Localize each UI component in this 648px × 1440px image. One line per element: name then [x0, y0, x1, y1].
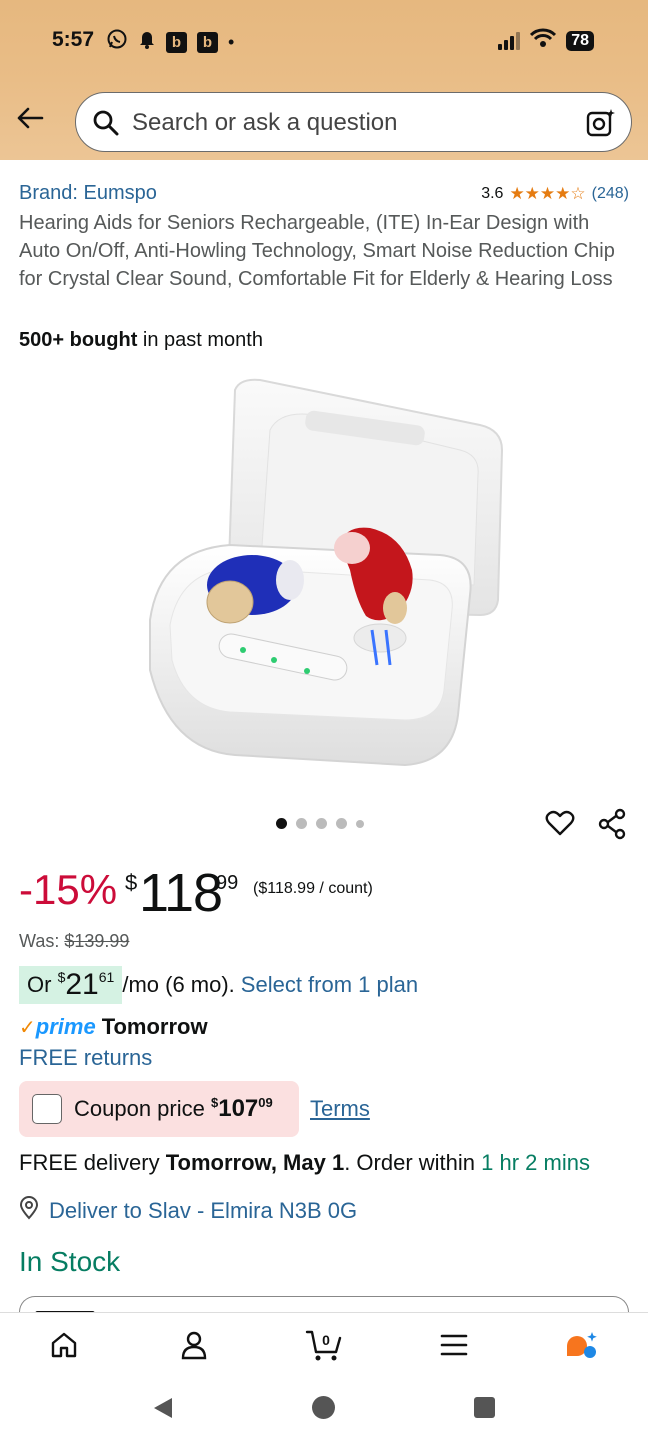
- free-returns-link[interactable]: FREE returns: [19, 1045, 152, 1071]
- coupon-box[interactable]: Coupon price $10709: [19, 1081, 299, 1137]
- product-image[interactable]: [140, 370, 510, 780]
- rating-value: 3.6: [481, 185, 504, 202]
- installment-whole: 21: [65, 968, 99, 1001]
- delivery-date: Tomorrow, May 1: [165, 1150, 345, 1175]
- b-app-icon: b: [197, 31, 218, 53]
- carousel-dot[interactable]: [316, 818, 327, 829]
- select-plan-link[interactable]: Select from 1 plan: [241, 972, 418, 998]
- signal-icon: [498, 31, 521, 50]
- cart-count: 0: [322, 1332, 330, 1348]
- share-icon[interactable]: [598, 808, 628, 845]
- coupon-currency: $: [210, 1095, 219, 1110]
- search-placeholder: Search or ask a question: [132, 109, 398, 136]
- installment-fraction: 61: [98, 969, 115, 985]
- heart-icon[interactable]: [545, 808, 575, 843]
- account-icon[interactable]: [174, 1327, 214, 1363]
- system-recents-icon[interactable]: [474, 1397, 495, 1418]
- status-time: 5:57: [52, 28, 95, 51]
- installment-highlight: Or $21 61: [19, 966, 123, 1004]
- camera-search-icon[interactable]: [585, 107, 617, 144]
- coupon-whole: 107: [218, 1095, 259, 1122]
- delivery-middle: . Order within: [344, 1150, 482, 1175]
- price-whole: 118: [139, 863, 223, 923]
- cart-icon[interactable]: 0: [304, 1327, 344, 1363]
- installment-currency: $: [57, 969, 66, 985]
- unit-price: ($118.99 / count): [253, 880, 373, 897]
- stock-status: In Stock: [19, 1246, 121, 1277]
- installment-prefix: Or: [27, 972, 52, 997]
- prime-logo: ✓prime: [19, 1014, 96, 1040]
- product-title: Hearing Aids for Seniors Rechargeable, (…: [19, 212, 615, 290]
- bought-period: in past month: [137, 329, 263, 351]
- was-amount: $139.99: [64, 931, 130, 951]
- deliver-to-link[interactable]: Deliver to Slav - Elmira N3B 0G: [19, 1196, 357, 1226]
- back-arrow-icon[interactable]: [14, 102, 46, 134]
- prime-word: prime: [35, 1014, 96, 1039]
- bell-icon: [138, 29, 156, 55]
- android-nav-bar: [0, 1374, 648, 1440]
- battery-indicator: 78: [566, 30, 594, 51]
- whatsapp-icon: [106, 28, 128, 56]
- bottom-nav: 0: [0, 1312, 648, 1374]
- rating-summary[interactable]: 3.6 ★★★★☆ (248): [481, 184, 629, 204]
- installment-offer: Or $21 61 /mo (6 mo). Select from 1 plan: [19, 966, 418, 1004]
- location-pin-icon: [19, 1196, 39, 1226]
- prime-delivery: ✓prime Tomorrow: [19, 1014, 208, 1040]
- coupon-text: Coupon price: [74, 1096, 211, 1121]
- more-notifications-dot: •: [228, 32, 235, 52]
- status-bar: 5:57 b b • 78: [0, 0, 648, 80]
- was-price: Was: $139.99: [19, 931, 129, 952]
- coupon-checkbox[interactable]: [32, 1094, 62, 1124]
- status-right: 78: [498, 28, 594, 53]
- image-carousel-dots[interactable]: [276, 818, 364, 829]
- search-header: Search or ask a question: [0, 80, 648, 160]
- bought-count: 500+ bought: [19, 329, 138, 351]
- bought-in-past-month: 500+ bought in past month: [19, 329, 263, 352]
- carousel-dot[interactable]: [296, 818, 307, 829]
- search-input[interactable]: Search or ask a question: [75, 92, 632, 152]
- carousel-dot[interactable]: [336, 818, 347, 829]
- delivery-prefix: FREE delivery: [19, 1150, 166, 1175]
- carousel-dot[interactable]: [276, 818, 287, 829]
- home-icon[interactable]: [44, 1327, 84, 1363]
- menu-icon[interactable]: [434, 1327, 474, 1363]
- rufus-icon[interactable]: [562, 1327, 602, 1363]
- price-currency: $: [125, 870, 138, 895]
- review-count[interactable]: (248): [592, 185, 629, 203]
- star-rating-icon: ★★★★☆: [509, 184, 586, 203]
- delivery-countdown: 1 hr 2 mins: [481, 1150, 590, 1175]
- coupon-label: Coupon price $10709: [74, 1095, 273, 1123]
- coupon-fraction: 09: [258, 1095, 273, 1110]
- deliver-to-text: Deliver to Slav - Elmira N3B 0G: [49, 1198, 358, 1223]
- prime-check-icon: ✓: [19, 1017, 36, 1039]
- search-icon: [92, 109, 120, 142]
- coupon-terms-link[interactable]: Terms: [310, 1096, 370, 1122]
- system-back-icon[interactable]: [152, 1396, 174, 1425]
- discount-percent: -15%: [19, 866, 118, 913]
- price-fraction: 99: [216, 872, 239, 894]
- notification-icons: b b •: [106, 28, 234, 56]
- installment-suffix: /mo (6 mo).: [122, 972, 235, 997]
- system-home-icon[interactable]: [312, 1396, 335, 1419]
- b-app-icon: b: [166, 31, 187, 53]
- delivery-info: FREE delivery Tomorrow, May 1. Order wit…: [19, 1150, 590, 1176]
- was-label: Was:: [19, 931, 65, 951]
- wifi-icon: [530, 28, 557, 53]
- prime-delivery-day: Tomorrow: [101, 1014, 208, 1039]
- brand-link[interactable]: Brand: Eumspo: [19, 182, 157, 205]
- carousel-dot[interactable]: [356, 819, 364, 828]
